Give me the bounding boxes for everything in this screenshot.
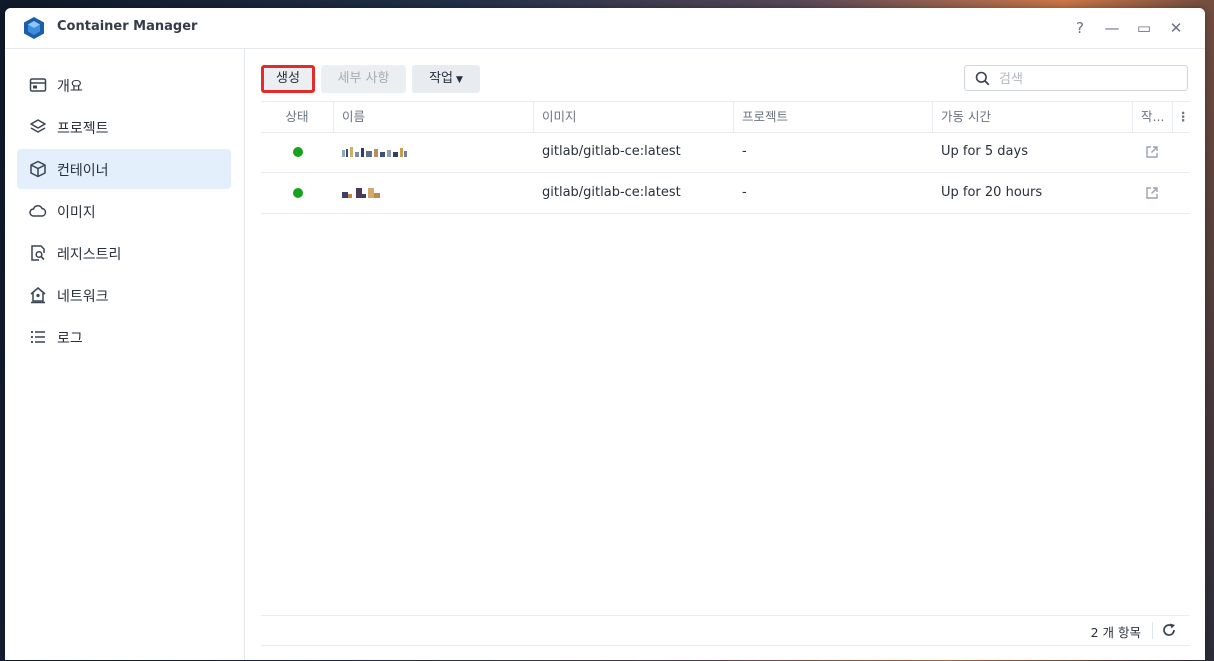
column-header-action[interactable]: 작... xyxy=(1133,102,1173,132)
registry-search-icon xyxy=(31,245,45,261)
sidebar-item-image[interactable]: 이미지 xyxy=(17,191,231,231)
item-count: 2 개 항목 xyxy=(1090,625,1141,640)
sidebar-item-registry[interactable]: 레지스트리 xyxy=(17,233,231,273)
network-home-icon xyxy=(30,287,46,304)
sidebar-item-container[interactable]: 컨테이너 xyxy=(17,149,231,189)
app-title: Container Manager xyxy=(57,19,198,34)
redacted-name-image xyxy=(342,188,380,198)
title-bar: Container Manager ? — ▭ ✕ xyxy=(5,8,1205,49)
maximize-button[interactable]: ▭ xyxy=(1134,18,1154,38)
status-running-icon xyxy=(293,147,303,157)
minimize-button[interactable]: — xyxy=(1102,18,1122,38)
column-header-uptime[interactable]: 가동 시간 xyxy=(933,102,1133,132)
open-external-icon[interactable] xyxy=(1145,186,1159,200)
main-panel: 생성 세부 사항 작업▼ 상태 이름 이미지 프로젝트 가동 시간 작... ⋮ xyxy=(245,49,1205,660)
image-cell: gitlab/gitlab-ce:latest xyxy=(542,185,681,200)
details-button[interactable]: 세부 사항 xyxy=(321,65,406,93)
sidebar-item-label: 프로젝트 xyxy=(57,121,109,137)
table-row[interactable]: gitlab/gitlab-ce:latest - Up for 5 days xyxy=(261,132,1189,173)
cloud-icon xyxy=(29,204,47,217)
refresh-icon[interactable] xyxy=(1161,622,1177,638)
footer-divider xyxy=(1152,622,1153,639)
column-header-image[interactable]: 이미지 xyxy=(534,102,734,132)
layers-icon xyxy=(30,119,46,133)
action-label: 작업 xyxy=(429,71,453,86)
search-input[interactable] xyxy=(997,69,1181,89)
sidebar-item-label: 컨테이너 xyxy=(57,163,109,179)
sidebar-item-label: 레지스트리 xyxy=(57,247,122,263)
sidebar-item-overview[interactable]: 개요 xyxy=(17,65,231,105)
sidebar-item-project[interactable]: 프로젝트 xyxy=(17,107,231,147)
table-header: 상태 이름 이미지 프로젝트 가동 시간 작... ⋮ xyxy=(261,101,1190,133)
overview-icon xyxy=(29,78,47,92)
cube-icon xyxy=(30,160,46,178)
container-manager-logo-icon xyxy=(24,17,44,39)
help-button[interactable]: ? xyxy=(1070,18,1090,38)
list-icon xyxy=(30,330,45,344)
table-row[interactable]: gitlab/gitlab-ce:latest - Up for 20 hour… xyxy=(261,173,1189,214)
column-header-name[interactable]: 이름 xyxy=(334,102,534,132)
action-dropdown-button[interactable]: 작업 ▼ xyxy=(412,65,480,93)
sidebar-item-log[interactable]: 로그 xyxy=(17,317,231,357)
sidebar-item-network[interactable]: 네트워크 xyxy=(17,275,231,315)
status-running-icon xyxy=(293,188,303,198)
sidebar: 개요 프로젝트 컨테이너 이미지 레지스트리 네트워크 로그 xyxy=(5,49,245,660)
search-box[interactable] xyxy=(964,65,1188,91)
sidebar-item-label: 이미지 xyxy=(57,205,96,221)
column-header-status[interactable]: 상태 xyxy=(261,102,334,132)
create-button[interactable]: 생성 xyxy=(261,65,315,93)
redacted-name-image xyxy=(342,147,407,157)
project-cell: - xyxy=(742,144,747,159)
uptime-cell: Up for 5 days xyxy=(941,144,1028,159)
column-options-icon[interactable]: ⋮ xyxy=(1173,102,1190,132)
app-window: Container Manager ? — ▭ ✕ 개요 프로젝트 컨테이너 이… xyxy=(5,8,1205,660)
sidebar-item-label: 개요 xyxy=(57,79,83,95)
project-cell: - xyxy=(742,185,747,200)
close-button[interactable]: ✕ xyxy=(1166,18,1186,38)
sidebar-item-label: 로그 xyxy=(57,331,83,347)
caret-down-icon: ▼ xyxy=(456,75,463,85)
image-cell: gitlab/gitlab-ce:latest xyxy=(542,144,681,159)
column-header-project[interactable]: 프로젝트 xyxy=(734,102,933,132)
search-icon xyxy=(975,71,990,86)
table-footer: 2 개 항목 xyxy=(261,615,1189,646)
open-external-icon[interactable] xyxy=(1145,145,1159,159)
sidebar-item-label: 네트워크 xyxy=(57,289,109,305)
uptime-cell: Up for 20 hours xyxy=(941,185,1043,200)
